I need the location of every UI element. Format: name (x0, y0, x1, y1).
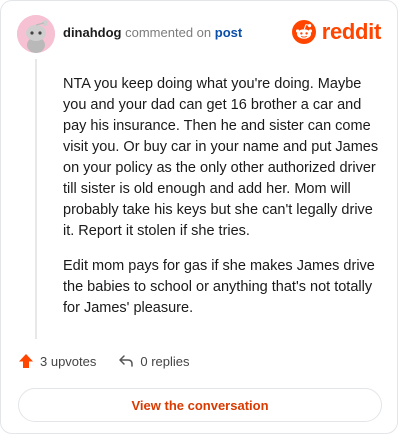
comment-card: dinahdog commented on post reddit NTA yo… (0, 0, 398, 434)
reddit-wordmark: reddit (321, 19, 382, 44)
thread-line[interactable] (35, 59, 37, 339)
upvote-count: 3 upvotes (40, 353, 97, 369)
upvote-button[interactable]: 3 upvotes (18, 353, 96, 369)
comment-paragraph: Edit mom pays for gas if she makes James… (63, 258, 375, 316)
username[interactable]: dinahdog (63, 25, 122, 40)
comment-header: dinahdog commented on post (63, 25, 242, 40)
comment-body: NTA you keep doing what you're doing. Ma… (63, 74, 381, 333)
comment-actions: 3 upvotes 0 replies (18, 353, 190, 369)
view-conversation-button[interactable]: View the conversation (18, 388, 382, 422)
reply-icon (119, 355, 134, 367)
avatar[interactable] (17, 15, 55, 53)
replies-count: 0 replies (140, 353, 190, 369)
comment-paragraph: NTA you keep doing what you're doing. Ma… (63, 76, 379, 239)
post-link[interactable]: post (215, 25, 242, 40)
upvote-arrow-icon (19, 354, 33, 368)
avatar-snoo-icon (17, 15, 55, 53)
reddit-logo[interactable]: reddit (291, 19, 382, 45)
reddit-snoo-icon (291, 20, 316, 44)
action-text: commented on (125, 25, 212, 40)
replies-button[interactable]: 0 replies (118, 353, 190, 369)
